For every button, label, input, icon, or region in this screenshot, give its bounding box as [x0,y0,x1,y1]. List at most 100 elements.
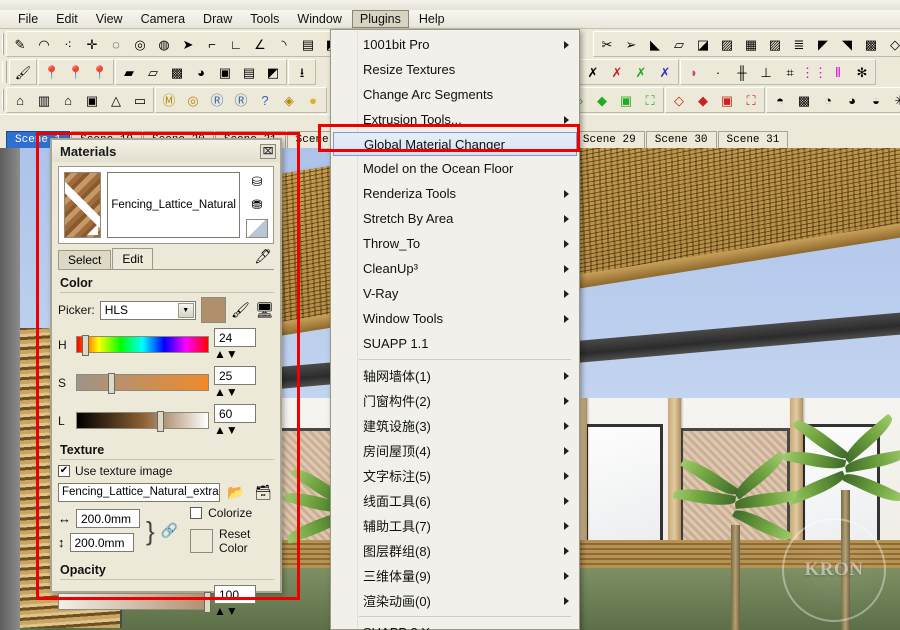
material-name-field[interactable]: Fencing_Lattice_Natural [107,172,240,238]
texture-width-field[interactable]: 200.0mm [76,509,140,528]
slab-flat-icon[interactable]: ⊥ [754,60,778,84]
menu-item-room-roof[interactable]: 房间屋顶(4) [331,438,579,463]
close-icon[interactable]: ⌧ [260,143,276,159]
texture-2-icon[interactable]: ◕ [189,60,213,84]
cube-red-icon[interactable]: ▣ [715,88,739,112]
menu-item-1001bit-pro[interactable]: 1001bit Pro [331,32,579,57]
protractor-icon[interactable]: ◍ [152,32,176,56]
menu-item-model-on-the-ocean-floor[interactable]: Model on the Ocean Floor [331,156,579,181]
browse-texture-icon[interactable]: 📂 [225,482,247,502]
diamond-red-outline-icon[interactable]: ◇ [667,88,691,112]
menu-draw[interactable]: Draw [195,10,240,28]
menu-window[interactable]: Window [289,10,349,28]
saturation-slider[interactable] [76,373,209,394]
hue-value[interactable]: 24 [214,328,256,347]
surface-1-icon[interactable]: ◓ [768,88,792,112]
tab-select[interactable]: Select [58,250,112,269]
opacity-spinner[interactable]: 100 ▲▼ [214,585,256,618]
menu-item-building-facility[interactable]: 建筑设施(3) [331,413,579,438]
edit-texture-icon[interactable]: 🗃 [252,482,274,502]
chevron-down-icon[interactable]: ▼ [177,302,194,318]
reset-color-swatch[interactable] [190,529,213,553]
menu-item-cleanup3[interactable]: CleanUp³ [331,256,579,281]
menu-item-render-animation[interactable]: 渲染动画(0) [331,588,579,613]
plane-1-icon[interactable]: ▰ [117,60,141,84]
picker-select[interactable]: HLS ▼ [99,300,196,320]
m-round-icon[interactable]: Ⓜ [157,88,181,112]
opacity-value[interactable]: 100 [214,585,256,604]
offset-icon[interactable]: ◎ [128,32,152,56]
menu-item-throw-to[interactable]: Throw_To [331,231,579,256]
surface-2-icon[interactable]: ▩ [792,88,816,112]
menu-item-renderiza-tools[interactable]: Renderiza Tools [331,181,579,206]
opacity-knob[interactable] [204,592,211,613]
book-icon[interactable]: ▥ [32,88,56,112]
paint-bucket-icon[interactable]: 🖌 [11,60,35,84]
solid-2-icon[interactable]: ▱ [667,32,691,56]
dots-magenta-icon[interactable]: ⋮⋮ [802,60,826,84]
menu-bar[interactable]: File Edit View Camera Draw Tools Window … [0,10,900,29]
tag-round-icon[interactable]: ◈ [277,88,301,112]
pin-yellow-icon[interactable]: 📍 [64,60,88,84]
texture-4-icon[interactable]: ▤ [237,60,261,84]
axis-x-icon[interactable]: ✗ [605,60,629,84]
push-pull-icon[interactable]: ▤ [296,32,320,56]
toolbar-grip[interactable] [2,89,4,111]
match-screen-color-icon[interactable]: 🖥 [255,300,274,320]
spiral-icon[interactable]: ◎ [181,88,205,112]
axis-free-icon[interactable]: ✗ [581,60,605,84]
texture-file-field[interactable]: Fencing_Lattice_Natural_extra [58,482,220,502]
lightness-spinner[interactable]: 60 ▲▼ [214,404,256,437]
solid-3-icon[interactable]: ◪ [691,32,715,56]
hue-spinner[interactable]: 24 ▲▼ [214,328,256,361]
eyedropper-icon[interactable]: 🖊 [254,248,272,265]
menu-item-global-material-changer[interactable]: Global Material Changer [333,132,577,156]
surface-6-icon[interactable]: ✳ [888,88,900,112]
plane-2-icon[interactable]: ▱ [141,60,165,84]
corner-icon[interactable]: ⌗ [778,60,802,84]
polygon-icon[interactable]: ∟ [224,32,248,56]
surface-5-icon[interactable]: ◒ [864,88,888,112]
r-round-icon[interactable]: Ⓡ [205,88,229,112]
grid-wall-icon[interactable]: ▦ [739,32,763,56]
scene-tab-31[interactable]: Scene 31 [717,131,789,148]
menu-edit[interactable]: Edit [48,10,86,28]
scene-tab-30[interactable]: Scene 30 [645,131,717,148]
surface-3-icon[interactable]: ◔ [816,88,840,112]
menu-help[interactable]: Help [411,10,453,28]
solid-1-icon[interactable]: ◣ [643,32,667,56]
tab-edit[interactable]: Edit [112,248,154,269]
menu-item-suapp-11[interactable]: SUAPP 1.1 [331,331,579,356]
materials-tabs[interactable]: Select Edit 🖊 [58,248,274,270]
menu-item-change-arc-segments[interactable]: Change Arc Segments [331,82,579,107]
plan-icon[interactable]: ▭ [128,88,152,112]
saturation-knob[interactable] [108,373,116,394]
fan-icon[interactable]: ◤ [811,32,835,56]
create-material-icon[interactable]: ⛁ [246,172,268,191]
surface-4-icon[interactable]: ◕ [840,88,864,112]
dimension-icon[interactable]: ➤ [176,32,200,56]
hatch-icon[interactable]: ▨ [763,32,787,56]
menu-camera[interactable]: Camera [133,10,193,28]
spinner-arrows[interactable]: ▲▼ [214,385,238,399]
roof-icon[interactable]: △ [104,88,128,112]
lightness-value[interactable]: 60 [214,404,256,423]
colorize-checkbox[interactable] [190,507,203,519]
cubes-red-icon[interactable]: ⛶ [739,88,763,112]
menu-item-resize-textures[interactable]: Resize Textures [331,57,579,82]
grid-icon[interactable]: ╫ [730,60,754,84]
material-swatch[interactable] [64,172,102,238]
arrow-join-icon[interactable]: ➢ [619,32,643,56]
rt-round-icon[interactable]: Ⓡ [229,88,253,112]
diamond-green-solid-icon[interactable]: ◆ [590,88,614,112]
saturation-value[interactable]: 25 [214,366,256,385]
slab-icon[interactable]: ◥ [835,32,859,56]
menu-item-extrusion-tools[interactable]: Extrusion Tools... [331,107,579,132]
cube-green-icon[interactable]: ▣ [614,88,638,112]
comb-icon[interactable]: ▩ [859,32,883,56]
burst-icon[interactable]: ✻ [850,60,874,84]
arc-2-icon[interactable]: ◝ [272,32,296,56]
menu-view[interactable]: View [88,10,131,28]
menu-file[interactable]: File [10,10,46,28]
rectangle-icon[interactable]: ⌐ [200,32,224,56]
